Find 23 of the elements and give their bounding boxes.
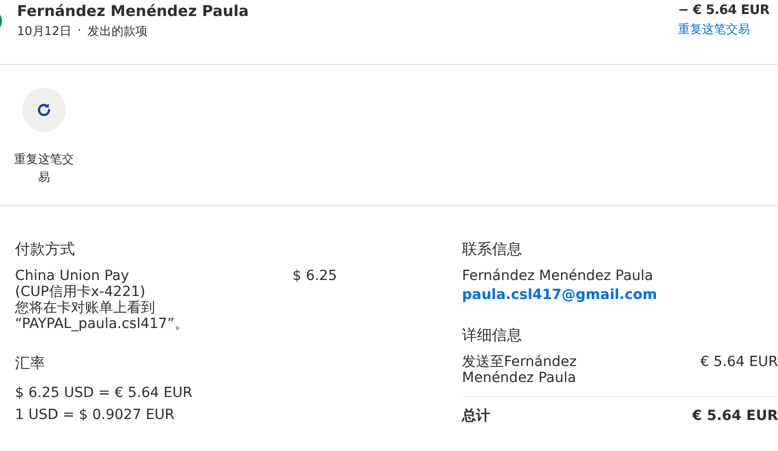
payment-amount: $ 6.25 [292,268,337,286]
section-title: 联系信息 [462,240,523,259]
transaction-amount: − € 5.64 EUR [678,3,770,18]
contact-name: Fernández Menéndez Paula [462,268,654,284]
section-title: 详细信息 [462,326,523,345]
payee-name: Fernández Menéndez Paula [17,2,249,20]
section-title: 付款方式 [15,240,76,259]
separator-dot: · [78,23,82,39]
exchange-rate: $ 6.25 USD = € 5.64 EUR [15,384,194,403]
repeat-link[interactable]: 重复这笔交易 [678,21,778,38]
email-link[interactable]: paula.csl417@gmail.com [462,287,658,303]
transaction-type: 发出的款项 [87,23,148,40]
repeat-label: 重复这笔交易 [13,151,75,186]
detail-amount: € 5.64 EUR [700,354,778,372]
recipient-label: 发送至Fernández Menéndez Paula [462,354,578,386]
refresh-icon [36,102,52,118]
repeat-button[interactable] [22,88,66,132]
total-amount: € 5.64 EUR [692,408,778,424]
total-label: 总计 [462,408,491,424]
payment-method: China Union Pay (CUP信用卡x-4221) 您将在卡对账单上看到 “PAYPAL_paula.csl417”。 [15,268,188,332]
transaction-date: 10月12日 [17,23,72,40]
exchange-rate: 1 USD = $ 0.9027 EUR [15,406,176,425]
section-title: 汇率 [15,354,46,373]
